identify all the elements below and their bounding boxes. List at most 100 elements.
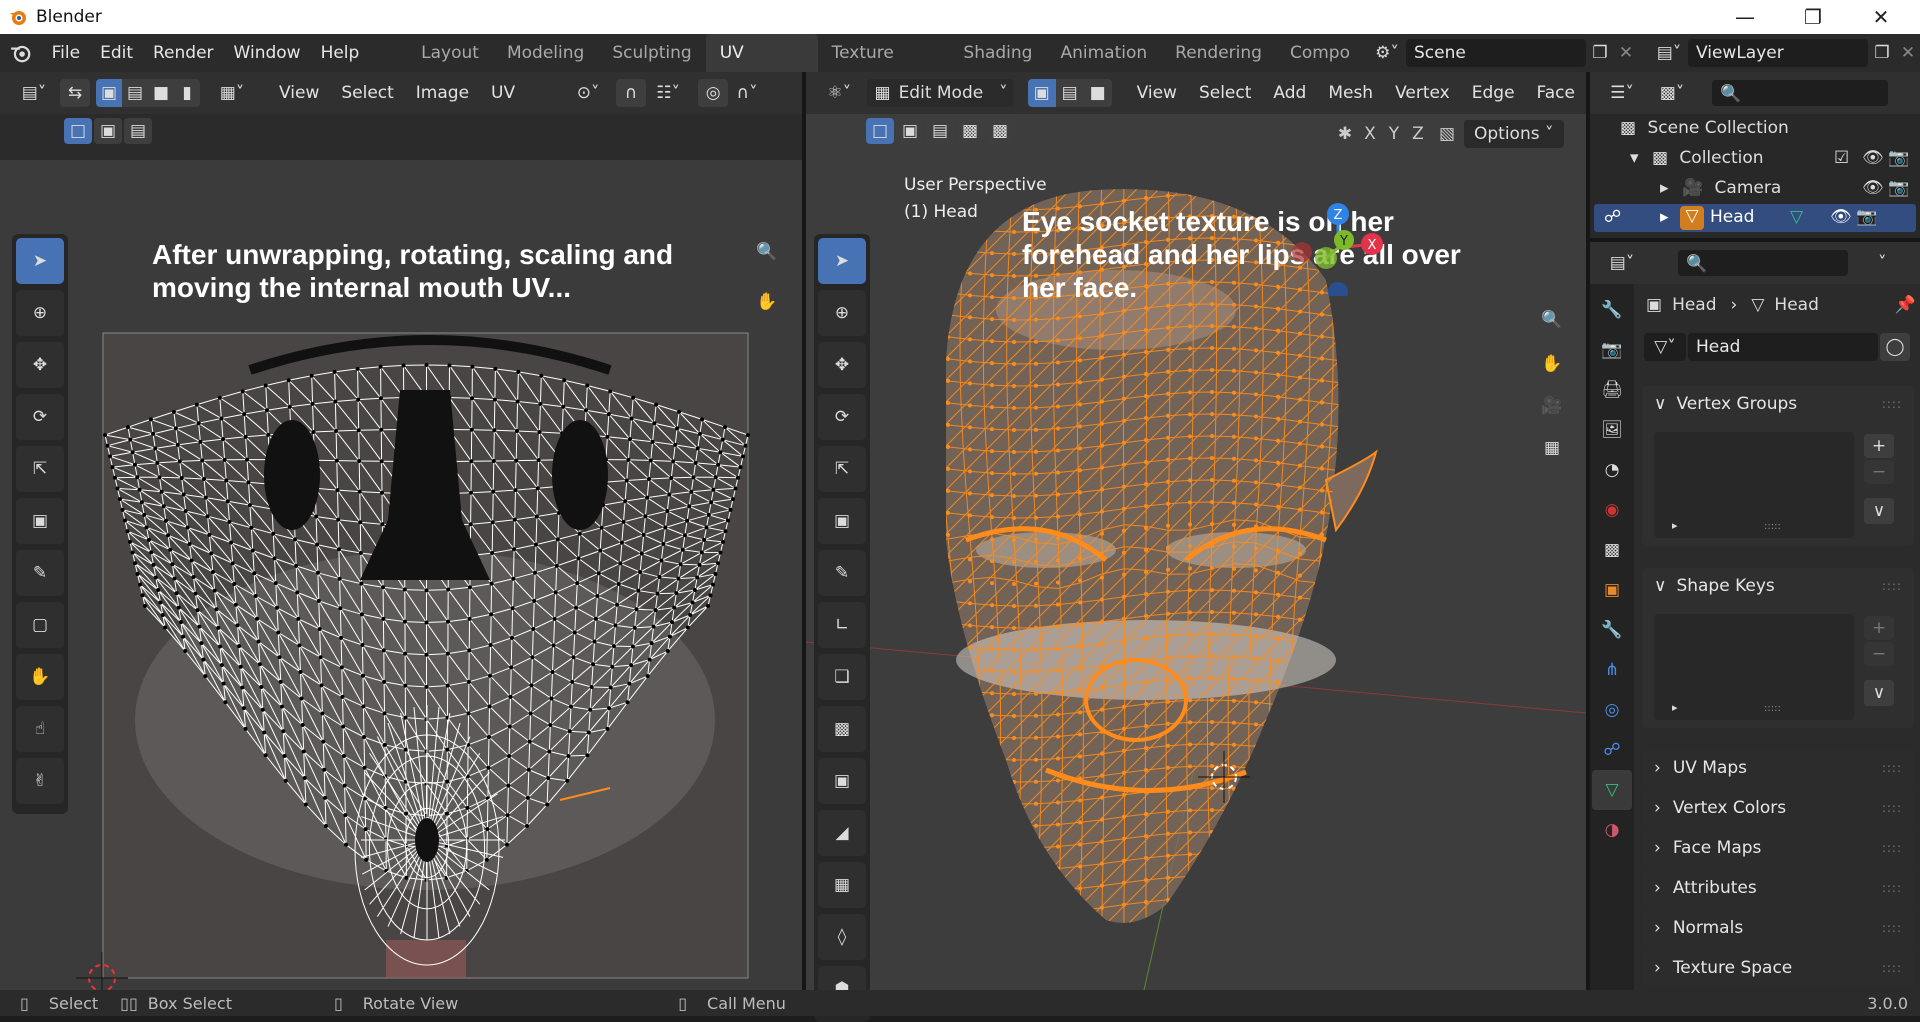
vp-select-intersect-icon[interactable]: ▩ (986, 118, 1014, 144)
options-chevron-icon[interactable]: ˅ (1878, 253, 1887, 273)
constraints-tab-icon[interactable]: ☍ (1592, 730, 1632, 770)
physics-tab-icon[interactable]: ◎ (1592, 690, 1632, 730)
scale-tool-icon[interactable]: ⇱ (16, 446, 64, 492)
scene-selector[interactable]: ⚙˅ Scene ❐ ✕ (1368, 39, 1638, 67)
island-mode-icon[interactable]: ▮ (174, 79, 200, 107)
select-subtract-icon[interactable]: ▤ (124, 118, 152, 144)
texture-space-panel[interactable]: ›Texture Space:::: (1642, 950, 1914, 986)
vp-pan-hand-icon[interactable]: ✋ (1532, 344, 1572, 384)
close-icon[interactable]: ✕ (1852, 0, 1910, 34)
collection-tab-icon[interactable]: ▩ (1592, 530, 1632, 570)
workspace-tab-animation[interactable]: Animation (1046, 34, 1161, 72)
loop-cut-tool-icon[interactable]: ▦ (818, 862, 866, 908)
uv-menu-image[interactable]: Image (405, 83, 480, 103)
visibility-eye-icon[interactable]: 👁 (1830, 207, 1852, 227)
vp-scale-tool-icon[interactable]: ⇱ (818, 446, 866, 492)
cursor-tool-icon[interactable]: ⊕ (16, 290, 64, 336)
minimize-icon[interactable]: — (1716, 0, 1774, 34)
vp-select-invert-icon[interactable]: ▩ (956, 118, 984, 144)
vp-select-extend-icon[interactable]: ▣ (896, 118, 924, 144)
uv-menu-select[interactable]: Select (330, 83, 404, 103)
modifier-tab-icon[interactable]: 🔧 (1592, 610, 1632, 650)
view-layer-tab-icon[interactable]: 🖼 (1592, 410, 1632, 450)
viewport-editor-type-icon[interactable]: ⚛˅ (818, 79, 861, 107)
add-shape-key-icon[interactable]: + (1864, 616, 1894, 640)
specials-chevron-icon[interactable]: ∨ (1864, 680, 1894, 706)
expand-arrow-icon[interactable]: ▸ (1660, 178, 1669, 198)
display-mode-icon[interactable]: ▩˅ (1650, 79, 1694, 107)
viewport-menu-add[interactable]: Add (1262, 83, 1317, 103)
drag-grip-icon[interactable]: :::: (1882, 961, 1902, 975)
ortho-grid-icon[interactable]: ▦ (1532, 428, 1572, 468)
workspace-tab-rendering[interactable]: Rendering (1161, 34, 1276, 72)
list-expand-icon[interactable]: ▸ (1672, 701, 1678, 714)
remove-view-layer-icon[interactable]: ✕ (1896, 43, 1920, 63)
editor-type-icon[interactable]: ▤˅ (12, 79, 56, 107)
mirror-z-toggle[interactable]: Z (1406, 124, 1430, 144)
vp-move-tool-icon[interactable]: ✥ (818, 342, 866, 388)
vp-transform-tool-icon[interactable]: ▣ (818, 498, 866, 544)
object-tab-icon[interactable]: ▣ (1592, 570, 1632, 610)
vertex-select-icon[interactable]: ▣ (1028, 79, 1056, 107)
render-camera-icon[interactable]: 📷 (1856, 207, 1877, 227)
shape-keys-header[interactable]: ∨ Shape Keys :::: (1642, 568, 1914, 604)
workspace-tab-texture-paint[interactable]: Texture Paint (818, 34, 950, 72)
face-mode-icon[interactable]: ■ (148, 79, 174, 107)
vertex-mode-icon[interactable]: ▣ (96, 79, 122, 107)
outliner-editor-type-icon[interactable]: ☰˅ (1600, 79, 1644, 107)
extrude-tool-icon[interactable]: ▩ (818, 706, 866, 752)
vertex-groups-header[interactable]: ∨ Vertex Groups :::: (1642, 386, 1914, 422)
expand-arrow-icon[interactable]: ▸ (1660, 207, 1669, 227)
remove-scene-icon[interactable]: ✕ (1614, 43, 1638, 63)
outliner-item-camera[interactable]: ▸ 🎥 Camera 👁 📷 (1660, 178, 1910, 198)
auto-merge-icon[interactable]: ▧ (1430, 124, 1464, 144)
sync-selection-icon[interactable]: ⇆ (60, 79, 90, 107)
menu-window[interactable]: Window (224, 34, 311, 72)
workspace-tab-shading[interactable]: Shading (949, 34, 1046, 72)
vp-cursor-tool-icon[interactable]: ⊕ (818, 290, 866, 336)
select-box-tool-icon[interactable]: ➤ (16, 238, 64, 284)
menu-edit[interactable]: Edit (90, 34, 143, 72)
edge-mode-icon[interactable]: ▤ (122, 79, 148, 107)
viewport-menu-mesh[interactable]: Mesh (1317, 83, 1384, 103)
falloff-icon[interactable]: ∩˅ (728, 79, 766, 107)
visibility-eye-icon[interactable]: 👁 (1862, 148, 1884, 168)
view-layer-name-field[interactable]: ViewLayer (1688, 39, 1868, 67)
fake-user-shield-icon[interactable]: ◯ (1880, 333, 1910, 361)
options-dropdown[interactable]: Options ˅ (1464, 120, 1564, 148)
mode-dropdown[interactable]: ▦ Edit Mode ˅ (867, 79, 1014, 107)
inset-tool-icon[interactable]: ▣ (818, 758, 866, 804)
workspace-tab-sculpting[interactable]: Sculpting (598, 34, 705, 72)
vp-annotate-tool-icon[interactable]: ✎ (818, 550, 866, 596)
pivot-icon[interactable]: ⊙˅ (566, 79, 610, 107)
viewport-menu-edge[interactable]: Edge (1461, 83, 1526, 103)
drag-grip-icon[interactable]: :::: (1882, 761, 1902, 775)
uv-editor-canvas[interactable]: After unwrapping, rotating, scaling and … (0, 160, 802, 990)
knife-tool-icon[interactable]: ◊ (818, 914, 866, 960)
zoom-icon[interactable]: 🔍 (747, 232, 787, 272)
menu-help[interactable]: Help (311, 34, 370, 72)
grab-tool-icon[interactable]: ✋ (16, 654, 64, 700)
uv-menu-uv[interactable]: UV (480, 83, 526, 103)
face-select-icon[interactable]: ■ (1084, 79, 1112, 107)
scene-collection-row[interactable]: ▩ Scene Collection (1620, 118, 1789, 138)
rotate-tool-icon[interactable]: ⟳ (16, 394, 64, 440)
properties-editor-type-icon[interactable]: ▤˅ (1600, 249, 1644, 277)
list-resize-grip-icon[interactable]: ::::: (1764, 703, 1781, 714)
snap-target-icon[interactable]: ☷˅ (646, 79, 690, 107)
scene-tab-icon[interactable]: ◔ (1592, 450, 1632, 490)
measure-tool-icon[interactable]: ∟ (818, 602, 866, 648)
render-tab-icon[interactable]: 📷 (1592, 330, 1632, 370)
workspace-tab-layout[interactable]: Layout (407, 34, 493, 72)
checkbox-icon[interactable]: ☑ (1834, 148, 1849, 168)
mirror-x-toggle[interactable]: X (1358, 124, 1382, 144)
list-resize-grip-icon[interactable]: ::::: (1764, 521, 1781, 532)
specials-chevron-icon[interactable]: ∨ (1864, 498, 1894, 524)
menu-render[interactable]: Render (143, 34, 224, 72)
collection-row[interactable]: ▾ ▩ Collection ☑ 👁 📷 (1630, 148, 1910, 168)
vertex-colors-panel[interactable]: ›Vertex Colors:::: (1642, 790, 1914, 826)
vp-rotate-tool-icon[interactable]: ⟳ (818, 394, 866, 440)
vp-select-tool-icon[interactable]: ➤ (818, 238, 866, 284)
remove-vertex-group-icon[interactable]: − (1864, 460, 1894, 484)
visibility-eye-icon[interactable]: 👁 (1862, 178, 1884, 198)
